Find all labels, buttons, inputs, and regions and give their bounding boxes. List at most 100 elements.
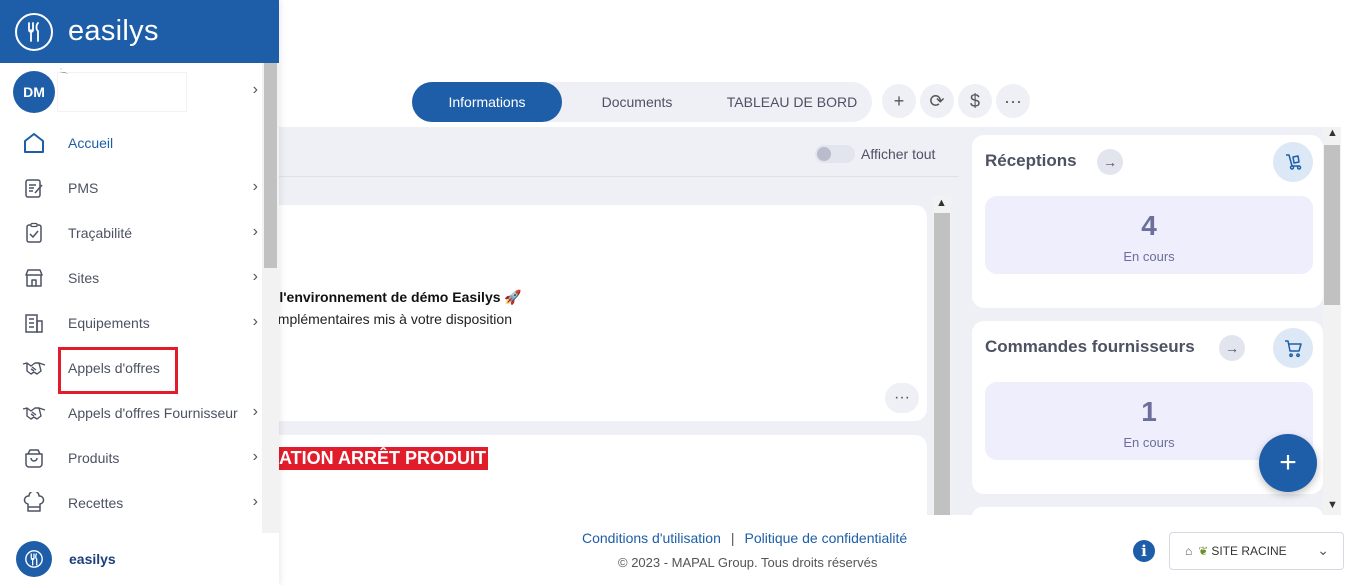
tab-documents[interactable]: Documents bbox=[577, 82, 697, 122]
plus-icon: + bbox=[893, 90, 905, 111]
store-icon bbox=[20, 264, 48, 292]
receptions-widget: Réceptions → 4 En cours bbox=[972, 135, 1323, 308]
widget-title: Commandes fournisseurs bbox=[985, 337, 1195, 356]
widget-partial bbox=[972, 507, 1323, 527]
more-icon: ··· bbox=[894, 389, 910, 406]
site-selector-value: SITE RACINE bbox=[1211, 544, 1287, 558]
copyright: © 2023 - MAPAL Group. Tous droits réserv… bbox=[618, 555, 878, 570]
receptions-count-box[interactable]: 4 En cours bbox=[985, 196, 1313, 274]
sidebar-item-label: Appels d'offres Fournisseur bbox=[68, 404, 238, 421]
sidebar-item-label: Equipements bbox=[68, 314, 150, 331]
dollar-icon: $ bbox=[969, 90, 980, 111]
tab-bar: Informations Documents TABLEAU DE BORD bbox=[412, 82, 872, 122]
user-profile[interactable]: DM ˸–. › bbox=[0, 63, 262, 120]
filter-bar bbox=[279, 135, 959, 177]
fork-knife-logo-icon bbox=[15, 12, 53, 51]
delivery-cart-icon[interactable] bbox=[1273, 142, 1313, 182]
sidebar-item-label: Sites bbox=[68, 269, 100, 286]
sidebar-item-tracabilite[interactable]: Traçabilité › bbox=[0, 210, 262, 255]
conditions-link[interactable]: Conditions d'utilisation bbox=[582, 530, 721, 546]
building-icon bbox=[20, 309, 48, 337]
brand-header[interactable]: easilys bbox=[0, 0, 279, 63]
arrow-right-icon[interactable]: → bbox=[1219, 335, 1245, 361]
handshake-icon bbox=[20, 399, 48, 427]
refresh-button[interactable]: ⟳ bbox=[920, 84, 954, 118]
receptions-count: 4 bbox=[1141, 210, 1157, 241]
post-title: r l'environnement de démo Easilys 🚀 bbox=[270, 289, 522, 305]
app-root: easilys DM ˸–. › Accueil PMS › Traçabili… bbox=[0, 0, 1363, 585]
sidebar-item-equipements[interactable]: Equipements › bbox=[0, 300, 262, 345]
show-all-toggle[interactable] bbox=[815, 145, 855, 163]
plus-icon: + bbox=[1279, 446, 1297, 479]
scrollbar-thumb[interactable] bbox=[1324, 145, 1340, 305]
sidebar-nav: Accueil PMS › Traçabilité › Sites › Equi… bbox=[0, 120, 262, 525]
commandes-count: 1 bbox=[1141, 396, 1157, 427]
posts-scrollbar[interactable]: ▲ bbox=[933, 195, 951, 515]
sidebar-item-pms[interactable]: PMS › bbox=[0, 165, 262, 210]
plant-icon: ❦ bbox=[1198, 544, 1209, 558]
post-alert-title: ATION ARRÊT PRODUIT bbox=[279, 447, 488, 470]
chevron-right-icon: › bbox=[252, 313, 258, 330]
more-icon: ··· bbox=[1004, 90, 1022, 111]
chevron-right-icon: › bbox=[252, 268, 258, 285]
handshake-icon bbox=[20, 354, 48, 382]
sidebar-item-label: Recettes bbox=[68, 494, 124, 511]
post-text: omplémentaires mis à votre disposition bbox=[270, 311, 512, 327]
privacy-link[interactable]: Politique de confidentialité bbox=[745, 530, 908, 546]
sidebar: easilys DM ˸–. › Accueil PMS › Traçabili… bbox=[0, 0, 279, 585]
refresh-icon: ⟳ bbox=[929, 90, 945, 111]
currency-button[interactable]: $ bbox=[958, 84, 992, 118]
sidebar-item-produits[interactable]: Produits › bbox=[0, 435, 262, 480]
chevron-right-icon: › bbox=[252, 81, 258, 98]
home-icon: ⌂ bbox=[1185, 544, 1193, 558]
post-card: r l'environnement de démo Easilys 🚀 ompl… bbox=[270, 205, 927, 421]
arrow-right-icon[interactable]: → bbox=[1097, 149, 1123, 175]
chevron-right-icon: › bbox=[252, 223, 258, 240]
receptions-status: En cours bbox=[1123, 249, 1175, 264]
home-icon bbox=[20, 129, 48, 157]
clipboard-check-icon bbox=[20, 219, 48, 247]
widgets-scrollbar[interactable]: ▲ ▼ bbox=[1323, 127, 1341, 515]
sidebar-item-sites[interactable]: Sites › bbox=[0, 255, 262, 300]
chevron-right-icon: › bbox=[252, 448, 258, 465]
sidebar-item-label: Produits bbox=[68, 449, 120, 466]
chevron-down-icon: ⌄ bbox=[1317, 542, 1329, 558]
sidebar-item-label: Traçabilité bbox=[68, 224, 133, 241]
toggle-knob bbox=[817, 147, 831, 161]
scrollbar-thumb[interactable] bbox=[934, 213, 950, 515]
add-button[interactable]: + bbox=[882, 84, 916, 118]
brand-name: easilys bbox=[68, 15, 159, 47]
avatar: DM bbox=[13, 70, 55, 113]
chevron-right-icon: › bbox=[252, 403, 258, 420]
sidebar-scrollbar[interactable] bbox=[262, 63, 279, 533]
scroll-down-icon[interactable]: ▼ bbox=[1327, 499, 1338, 511]
user-small-text: ˸–. bbox=[60, 68, 68, 76]
scroll-up-icon[interactable]: ▲ bbox=[936, 197, 947, 209]
more-button[interactable]: ··· bbox=[996, 84, 1030, 118]
scrollbar-thumb[interactable] bbox=[264, 63, 277, 268]
floating-add-button[interactable]: + bbox=[1259, 434, 1317, 492]
fork-knife-logo-icon bbox=[16, 541, 52, 577]
chef-hat-icon bbox=[20, 489, 48, 517]
info-icon[interactable]: i bbox=[1133, 540, 1155, 562]
footer-brand-name: easilys bbox=[69, 551, 116, 567]
sidebar-footer: easilys bbox=[0, 533, 279, 585]
cart-icon[interactable] bbox=[1273, 328, 1313, 368]
sidebar-item-label: PMS bbox=[68, 179, 99, 196]
tab-informations[interactable]: Informations bbox=[412, 82, 562, 122]
post-more-button[interactable]: ··· bbox=[885, 383, 919, 413]
scroll-up-icon[interactable]: ▲ bbox=[1327, 127, 1338, 139]
show-all-label: Afficher tout bbox=[861, 146, 936, 162]
site-selector[interactable]: ⌂ ❦ SITE RACINE ⌄ bbox=[1169, 532, 1344, 570]
footer-links: Conditions d'utilisation | Politique de co… bbox=[582, 530, 907, 546]
chevron-right-icon: › bbox=[252, 493, 258, 510]
chevron-right-icon: › bbox=[252, 178, 258, 195]
sidebar-item-recettes[interactable]: Recettes › bbox=[0, 480, 262, 525]
sidebar-item-appels-offres[interactable]: Appels d'offres bbox=[0, 345, 262, 394]
edit-document-icon bbox=[20, 174, 48, 202]
sidebar-item-appels-offres-fournisseur[interactable]: Appels d'offres Fournisseur › bbox=[0, 390, 262, 435]
sidebar-item-accueil[interactable]: Accueil bbox=[0, 120, 262, 165]
user-name-box: ˸–. bbox=[57, 68, 187, 112]
tab-tableau-de-bord[interactable]: TABLEAU DE BORD bbox=[712, 82, 872, 122]
highlight-box bbox=[58, 347, 178, 394]
